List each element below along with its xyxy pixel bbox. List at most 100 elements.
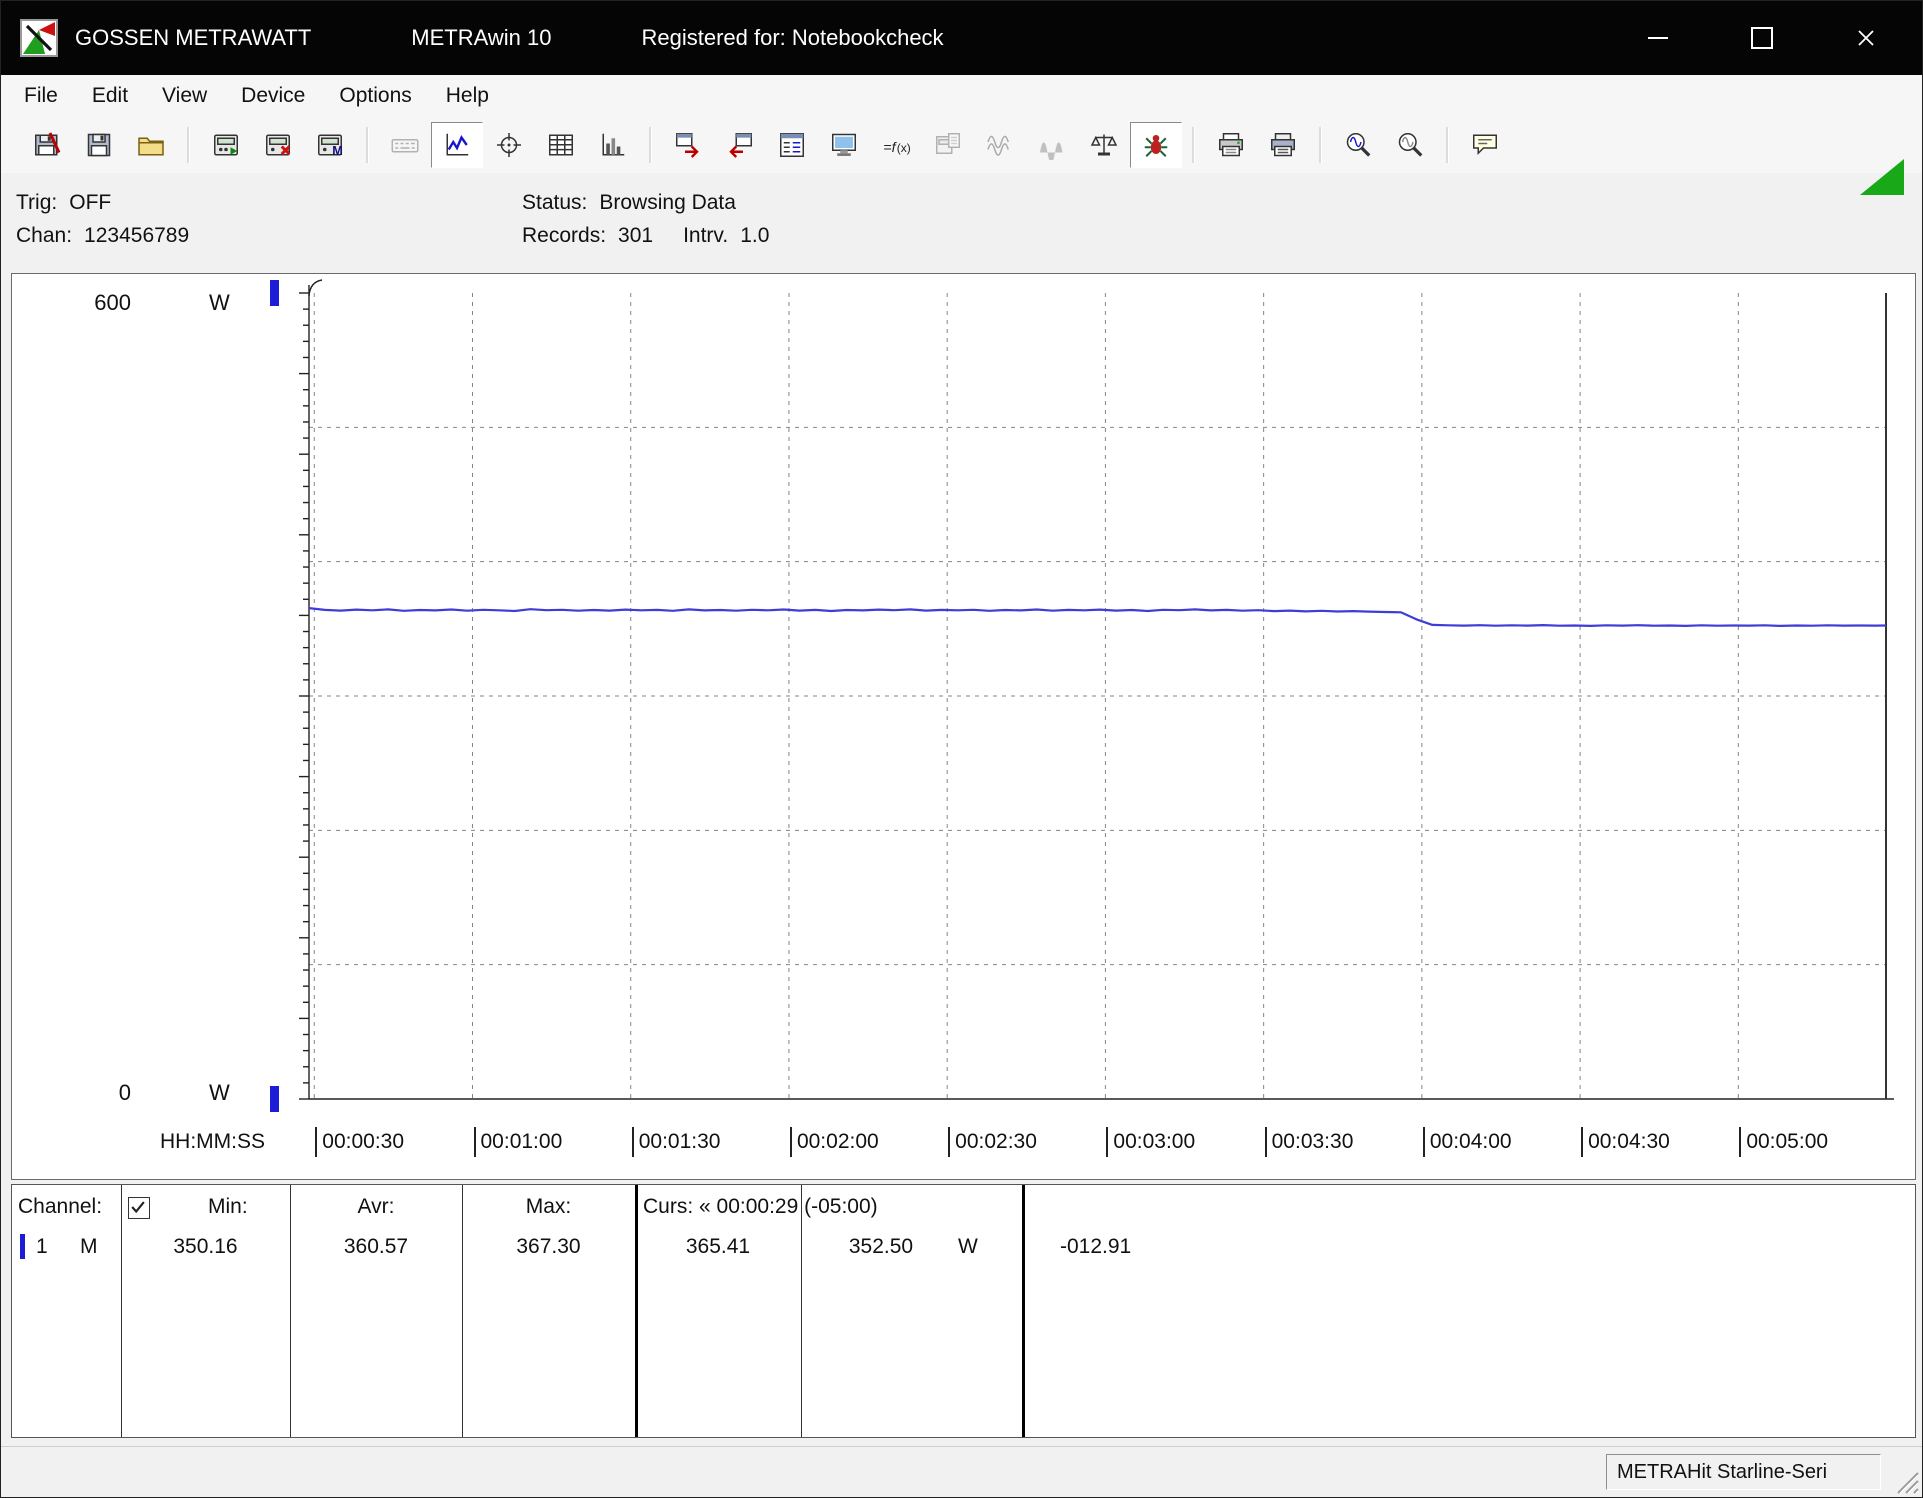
minimize-button[interactable] bbox=[1630, 10, 1686, 66]
table-view-button[interactable] bbox=[535, 122, 587, 168]
title-bar: GOSSEN METRAWATT METRAwin 10 Registered … bbox=[1, 1, 1922, 75]
max-header: Max: bbox=[462, 1191, 635, 1223]
trig-label: Trig: bbox=[16, 191, 57, 214]
status-value: Browsing Data bbox=[599, 191, 736, 214]
interval-value: 1.0 bbox=[740, 224, 769, 247]
window-controls bbox=[1630, 1, 1894, 75]
transfer-out-button[interactable] bbox=[662, 122, 714, 168]
max-value: 367.30 bbox=[462, 1231, 635, 1263]
device-memory-button[interactable]: M bbox=[304, 122, 356, 168]
wave-fill-icon bbox=[1037, 130, 1067, 160]
balance-icon bbox=[1089, 130, 1119, 160]
wave-icon bbox=[985, 130, 1015, 160]
channel-mode: M bbox=[80, 1231, 98, 1263]
cursor-b-value: 352.50 bbox=[801, 1231, 961, 1263]
zoom-curve-button[interactable] bbox=[1332, 122, 1384, 168]
maximize-icon bbox=[1751, 27, 1773, 49]
device-stop-button[interactable] bbox=[252, 122, 304, 168]
printer2-icon bbox=[1268, 130, 1298, 160]
zoom-button[interactable] bbox=[1384, 122, 1436, 168]
menu-options[interactable]: Options bbox=[322, 75, 428, 117]
channel-color-marker bbox=[20, 1234, 25, 1259]
menu-edit[interactable]: Edit bbox=[75, 75, 145, 117]
save-data-button[interactable] bbox=[73, 122, 125, 168]
series-line bbox=[309, 608, 1886, 626]
acquisition-status-panel: Trig:OFF Chan:123456789 Status:Browsing … bbox=[1, 177, 1922, 271]
monitor-button[interactable] bbox=[818, 122, 870, 168]
channel-color-marker-top bbox=[270, 280, 279, 306]
menu-view[interactable]: View bbox=[145, 75, 224, 117]
menu-file[interactable]: File bbox=[7, 75, 75, 117]
wave-button bbox=[974, 122, 1026, 168]
window-arrow-out-icon bbox=[673, 130, 703, 160]
y-axis-unit-bottom: W bbox=[209, 1080, 230, 1106]
svg-text:M: M bbox=[332, 143, 343, 158]
close-button[interactable] bbox=[1838, 10, 1894, 66]
formula-button[interactable]: =f(x) bbox=[870, 122, 922, 168]
transfer-in-button[interactable] bbox=[714, 122, 766, 168]
app-icon bbox=[19, 18, 59, 58]
app-window: GOSSEN METRAWATT METRAwin 10 Registered … bbox=[0, 0, 1923, 1498]
window-arrow-in-icon bbox=[725, 130, 755, 160]
title-registered: Registered for: Notebookcheck bbox=[642, 25, 944, 51]
debug-button[interactable] bbox=[1130, 122, 1182, 168]
wave-fill-button bbox=[1026, 122, 1078, 168]
min-header: Min: bbox=[208, 1191, 248, 1223]
title-brand: GOSSEN METRAWATT bbox=[75, 25, 311, 51]
printer-icon bbox=[1216, 130, 1246, 160]
menu-device[interactable]: Device bbox=[224, 75, 322, 117]
chan-label: Chan: bbox=[16, 224, 72, 247]
toolbar: M =f(x) bbox=[1, 117, 1922, 173]
table-icon bbox=[546, 130, 576, 160]
channel-header: Channel: bbox=[18, 1191, 102, 1223]
line-chart-icon bbox=[442, 130, 472, 160]
channel-list-button[interactable] bbox=[766, 122, 818, 168]
y-axis-min-label: 0 bbox=[67, 1080, 131, 1106]
channel-number: 1 bbox=[36, 1231, 48, 1263]
toolbar-separator bbox=[1319, 127, 1322, 163]
avr-header: Avr: bbox=[290, 1191, 462, 1223]
svg-text:=f: =f bbox=[883, 140, 897, 156]
status-bar: METRAHit Starline-Seri bbox=[1, 1446, 1922, 1497]
open-file-button[interactable] bbox=[125, 122, 177, 168]
print-report-button[interactable] bbox=[1205, 122, 1257, 168]
check-icon bbox=[129, 1198, 147, 1216]
meter-play-icon bbox=[211, 130, 241, 160]
toolbar-separator bbox=[366, 127, 369, 163]
fx-icon: =f(x) bbox=[881, 130, 911, 160]
keyboard-icon bbox=[390, 130, 420, 160]
meter-m-icon: M bbox=[315, 130, 345, 160]
tooltip-button[interactable] bbox=[1459, 122, 1511, 168]
bar-chart-icon bbox=[598, 130, 628, 160]
minimize-icon bbox=[1648, 37, 1668, 39]
channel-visible-checkbox[interactable] bbox=[128, 1197, 150, 1219]
resize-grip[interactable] bbox=[1892, 1467, 1920, 1495]
column-divider bbox=[121, 1185, 122, 1437]
bug-icon bbox=[1141, 130, 1171, 160]
save-config-button[interactable] bbox=[21, 122, 73, 168]
scale-button[interactable] bbox=[1078, 122, 1130, 168]
histogram-view-button[interactable] bbox=[587, 122, 639, 168]
chart-panel: 600 W 0 W HH:MM:SS 00:00:3000:01:0000:01… bbox=[11, 273, 1916, 1180]
print-screen-button[interactable] bbox=[1257, 122, 1309, 168]
numeric-view-button bbox=[379, 122, 431, 168]
chart-view-button[interactable] bbox=[431, 122, 483, 168]
interval-label: Intrv. bbox=[683, 224, 728, 247]
menu-help[interactable]: Help bbox=[429, 75, 506, 117]
cursor-view-button[interactable] bbox=[483, 122, 535, 168]
maximize-button[interactable] bbox=[1734, 10, 1790, 66]
column-divider bbox=[635, 1185, 638, 1437]
device-start-button[interactable] bbox=[200, 122, 252, 168]
power-chart[interactable] bbox=[12, 274, 1913, 1177]
column-divider bbox=[1022, 1185, 1025, 1437]
axis-hook bbox=[309, 280, 322, 296]
y-axis-unit-top: W bbox=[209, 290, 230, 316]
channel-color-marker-bottom bbox=[270, 1086, 279, 1112]
monitor-icon bbox=[829, 130, 859, 160]
close-icon bbox=[1856, 28, 1876, 48]
toolbar-separator bbox=[1192, 127, 1195, 163]
cursor-header: Curs: « 00:00:29 (-05:00) bbox=[643, 1191, 878, 1223]
folder-icon bbox=[136, 130, 166, 160]
menu-bar: FileEditViewDeviceOptionsHelp bbox=[1, 75, 1922, 117]
min-value: 350.16 bbox=[121, 1231, 290, 1263]
